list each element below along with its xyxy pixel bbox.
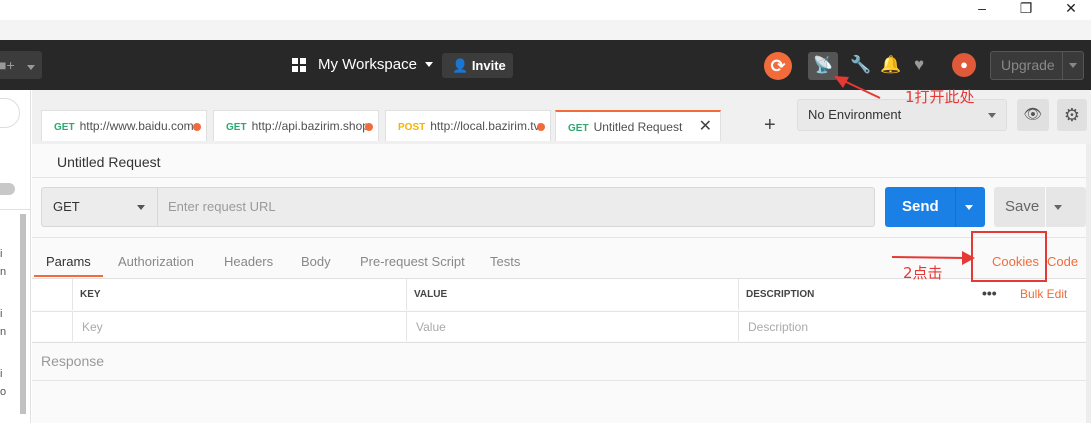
- annotation-arrow-2: [891, 256, 967, 259]
- annotation-arrows: [834, 76, 975, 265]
- annotation-arrow-1: [841, 79, 881, 99]
- annotation-arrowhead-2: [962, 251, 975, 265]
